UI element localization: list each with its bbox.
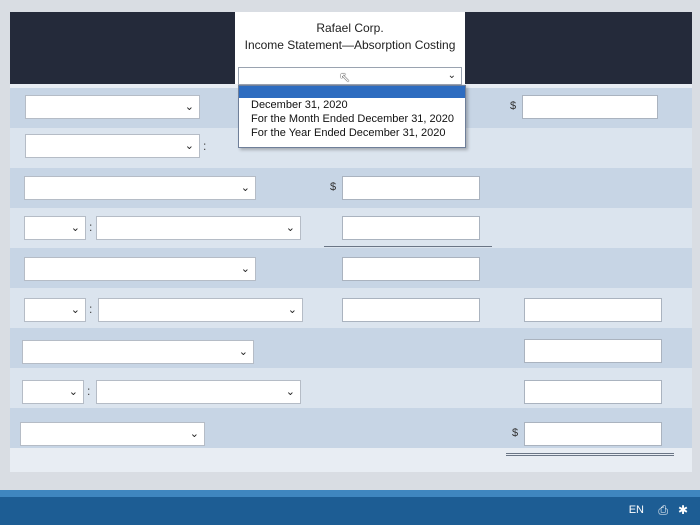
chevron-down-icon: ⌄ <box>287 304 297 316</box>
date-select[interactable]: ↖ ⌄ <box>238 67 462 85</box>
amount-input[interactable] <box>522 95 658 119</box>
mouse-cursor-icon: ↖ <box>339 69 351 85</box>
account-select[interactable]: ⌄ <box>22 340 254 364</box>
colon-separator: : <box>87 384 91 398</box>
dollar-sign: $ <box>512 427 519 439</box>
operator-select[interactable]: ⌄ <box>24 298 86 322</box>
statement-row: ⌄ $ <box>10 168 692 208</box>
dropdown-option[interactable]: December 31, 2020 <box>239 98 465 112</box>
amount-input[interactable] <box>524 422 662 446</box>
chevron-down-icon: ⌄ <box>238 346 248 358</box>
statement-row: ⌄ <box>10 328 692 368</box>
amount-input[interactable] <box>342 257 480 281</box>
account-select[interactable]: ⌄ <box>96 216 301 240</box>
colon-separator: : <box>89 302 93 316</box>
language-indicator[interactable]: EN <box>629 504 644 516</box>
chevron-down-icon: ⌄ <box>68 386 78 398</box>
account-select[interactable]: ⌄ <box>24 257 256 281</box>
account-select[interactable]: ⌄ <box>20 422 205 446</box>
total-double-line <box>506 453 674 456</box>
date-dropdown-list: December 31, 2020 For the Month Ended De… <box>238 85 466 148</box>
amount-input[interactable] <box>342 176 480 200</box>
operator-select[interactable]: ⌄ <box>24 216 86 240</box>
dropdown-highlight-option[interactable] <box>239 86 465 98</box>
account-select[interactable]: ⌄ <box>98 298 303 322</box>
chevron-down-icon: ⌄ <box>189 428 199 440</box>
colon-separator: : <box>89 220 93 234</box>
dollar-sign: $ <box>510 100 517 112</box>
dollar-sign: $ <box>330 181 337 193</box>
bluetooth-icon[interactable]: ✱ <box>678 503 688 517</box>
colon-separator: : <box>203 139 207 153</box>
company-name: Rafael Corp. <box>316 21 384 35</box>
amount-input[interactable] <box>524 339 662 363</box>
statement-frame: Rafael Corp. Income Statement—Absorption… <box>10 12 692 472</box>
chevron-down-icon: ⌄ <box>447 70 456 81</box>
chevron-down-icon: ⌄ <box>285 386 295 398</box>
chevron-down-icon: ⌄ <box>240 182 250 194</box>
amount-input[interactable] <box>342 216 480 240</box>
account-select[interactable]: ⌄ <box>25 95 200 119</box>
chevron-down-icon: ⌄ <box>184 101 194 113</box>
amount-input[interactable] <box>524 298 662 322</box>
printer-icon[interactable]: ⎙ <box>658 503 668 518</box>
taskbar: EN ⎙ ✱ <box>0 497 700 525</box>
header-bar: Rafael Corp. Income Statement—Absorption… <box>10 12 692 85</box>
account-select[interactable]: ⌄ <box>96 380 301 404</box>
chevron-down-icon: ⌄ <box>240 263 250 275</box>
amount-input[interactable] <box>524 380 662 404</box>
dropdown-option[interactable]: For the Month Ended December 31, 2020 <box>239 112 465 126</box>
statement-row: ⌄ : ⌄ <box>10 368 692 412</box>
statement-title: Income Statement—Absorption Costing <box>244 38 456 52</box>
statement-row: ⌄ : ⌄ <box>10 208 692 248</box>
statement-row: ⌄ : ⌄ <box>10 288 692 329</box>
chevron-down-icon: ⌄ <box>184 140 194 152</box>
amount-input[interactable] <box>342 298 480 322</box>
subtotal-line <box>324 246 492 247</box>
account-select[interactable]: ⌄ <box>25 134 200 158</box>
operator-select[interactable]: ⌄ <box>22 380 84 404</box>
chevron-down-icon: ⌄ <box>70 222 80 234</box>
statement-row: ⌄ $ <box>10 408 692 456</box>
dropdown-option[interactable]: For the Year Ended December 31, 2020 <box>239 126 465 140</box>
chevron-down-icon: ⌄ <box>70 304 80 316</box>
chevron-down-icon: ⌄ <box>285 222 295 234</box>
account-select[interactable]: ⌄ <box>24 176 256 200</box>
statement-row: ⌄ <box>10 248 692 288</box>
